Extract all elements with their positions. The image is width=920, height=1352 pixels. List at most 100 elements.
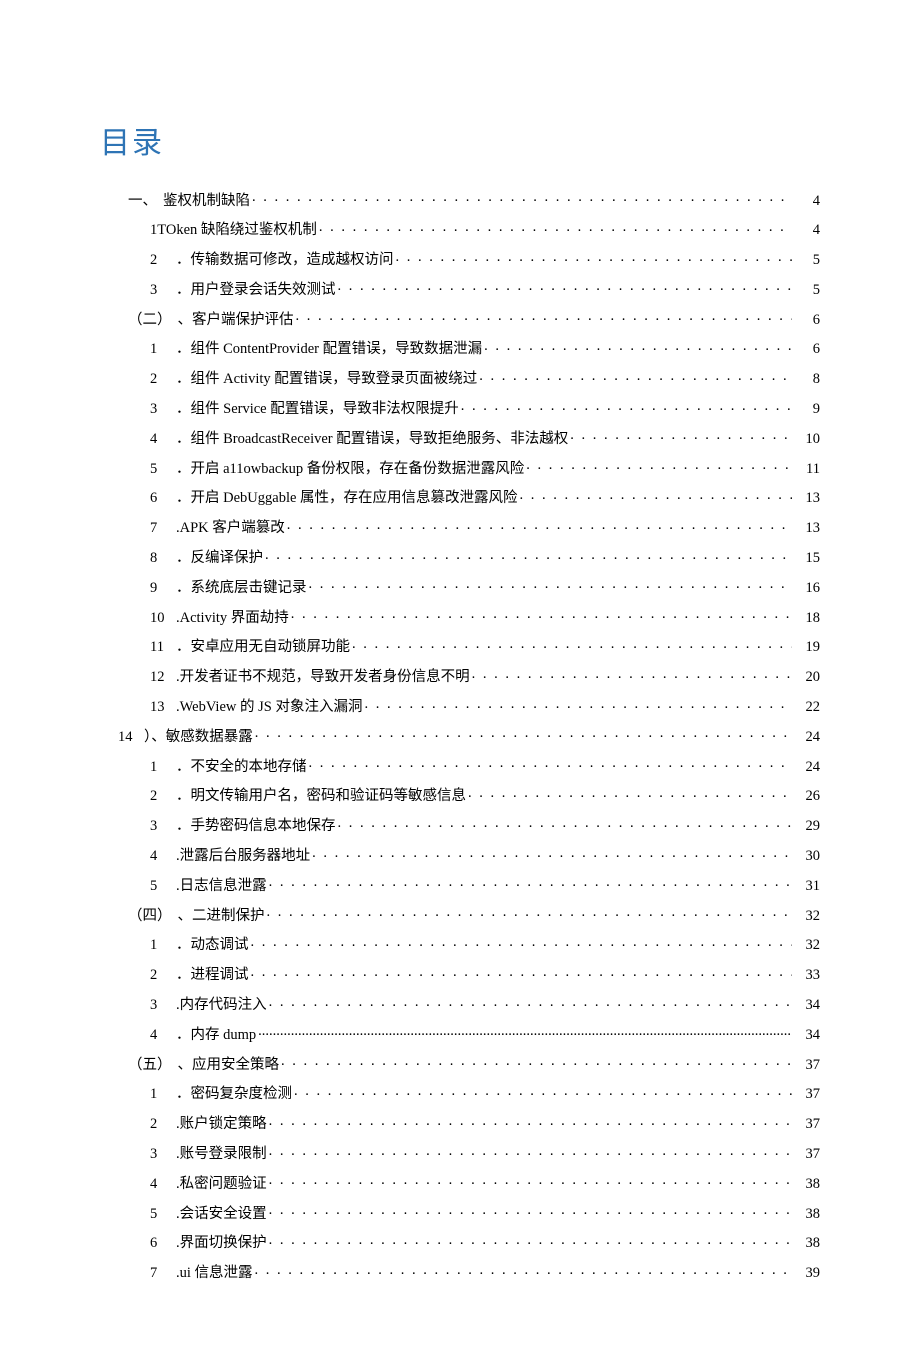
- toc-entry[interactable]: 3．组件 Service 配置错误，导致非法权限提升9: [100, 399, 820, 417]
- toc-entry[interactable]: 1．不安全的本地存储24: [100, 756, 820, 774]
- toc-entry-label: ．组件 Activity 配置错误，导致登录页面被绕过: [176, 372, 477, 387]
- toc-entry[interactable]: 2.账户锁定策略37: [100, 1114, 820, 1132]
- toc-entry[interactable]: 4．组件 BroadcastReceiver 配置错误，导致拒绝服务、非法越权1…: [100, 428, 820, 446]
- toc-entry[interactable]: 7.APK 客户端篡改13: [100, 518, 820, 536]
- toc-entry-number: 3: [150, 819, 176, 834]
- toc-entry-label: ．用户登录会话失效测试: [176, 283, 336, 298]
- toc-entry-label: 、客户端保护评估: [178, 313, 294, 328]
- toc-entry-page: 29: [794, 819, 820, 834]
- toc-entry-number: 9: [150, 581, 176, 596]
- toc-entry-label: 、应用安全策略: [178, 1058, 280, 1073]
- toc-entry[interactable]: 9．系统底层击键记录16: [100, 577, 820, 595]
- toc-entry-label: ．反编译保护: [176, 551, 263, 566]
- toc-entry-label: ．手势密码信息本地保存: [176, 819, 336, 834]
- toc-leader-dots: [526, 458, 792, 473]
- toc-leader-dots: [520, 488, 792, 503]
- toc-entry[interactable]: 5．开启 a11owbackup 备份权限，存在备份数据泄露风险11: [100, 458, 820, 476]
- toc-entry[interactable]: 3.账号登录限制37: [100, 1144, 820, 1162]
- toc-entry[interactable]: 14）、敏感数据暴露24: [100, 726, 820, 744]
- toc-entry-label: ．开启 a11owbackup 备份权限，存在备份数据泄露风险: [176, 462, 524, 477]
- toc-entry[interactable]: 6．开启 DebUggable 属性，存在应用信息篡改泄露风险13: [100, 488, 820, 506]
- toc-entry[interactable]: 1．组件 ContentProvider 配置错误，导致数据泄漏6: [100, 339, 820, 357]
- toc-entry[interactable]: 2．传输数据可修改，造成越权访问5: [100, 250, 820, 268]
- toc-entry[interactable]: 1．密码复杂度检测37: [100, 1084, 820, 1102]
- toc-entry[interactable]: （五）、应用安全策略37: [100, 1054, 820, 1072]
- toc-entry-label: .APK 客户端篡改: [176, 521, 285, 536]
- toc-leader-dots: [252, 190, 792, 205]
- toc-leader-dots: [309, 577, 793, 592]
- toc-entry-number: 2: [150, 968, 176, 983]
- toc-entry[interactable]: 4.泄露后台服务器地址30: [100, 846, 820, 864]
- toc-entry-number: 1: [150, 760, 176, 775]
- toc-entry[interactable]: 12.开发者证书不规范，导致开发者身份信息不明20: [100, 667, 820, 685]
- toc-entry[interactable]: 7.ui 信息泄露39: [100, 1263, 820, 1281]
- toc-entry[interactable]: 2．进程调试33: [100, 965, 820, 983]
- toc-entry[interactable]: 2．明文传输用户名，密码和验证码等敏感信息26: [100, 786, 820, 804]
- toc-leader-dots: [570, 428, 792, 443]
- toc-entry-label: .Activity 界面劫持: [176, 611, 289, 626]
- toc-entry-page: 6: [794, 342, 820, 357]
- toc-leader-dots: [258, 1024, 792, 1039]
- toc-entry-page: 19: [794, 640, 820, 655]
- toc-entry-label: .会话安全设置: [176, 1207, 267, 1222]
- toc-leader-dots: [309, 756, 793, 771]
- toc-leader-dots: [281, 1054, 792, 1069]
- toc-leader-dots: [269, 995, 792, 1010]
- toc-leader-dots: [472, 667, 792, 682]
- toc-leader-dots: [468, 786, 792, 801]
- toc-entry[interactable]: 1TOken 缺陷绕过鉴权机制4: [100, 220, 820, 238]
- toc-entry[interactable]: 13.WebView 的 JS 对象注入漏洞22: [100, 697, 820, 715]
- toc-entry-label: ）、敏感数据暴露: [144, 730, 253, 745]
- toc-entry[interactable]: 一、鉴权机制缺陷4: [100, 190, 820, 208]
- toc-leader-dots: [352, 637, 792, 652]
- toc-entry[interactable]: 4.私密问题验证38: [100, 1173, 820, 1191]
- toc-entry-page: 8: [794, 372, 820, 387]
- toc-leader-dots: [294, 1084, 792, 1099]
- toc-leader-dots: [287, 518, 792, 533]
- toc-entry-label: ．组件 BroadcastReceiver 配置错误，导致拒绝服务、非法越权: [176, 432, 568, 447]
- toc-entry-page: 39: [794, 1266, 820, 1281]
- toc-entry-label: ．密码复杂度检测: [176, 1087, 292, 1102]
- toc-entry-label: ．不安全的本地存储: [176, 760, 307, 775]
- toc-entry[interactable]: 2．组件 Activity 配置错误，导致登录页面被绕过8: [100, 369, 820, 387]
- toc-entry[interactable]: 3.内存代码注入34: [100, 995, 820, 1013]
- toc-entry-page: 30: [794, 849, 820, 864]
- toc-entry[interactable]: 10.Activity 界面劫持18: [100, 607, 820, 625]
- toc-entry-label: .WebView 的 JS 对象注入漏洞: [176, 700, 362, 715]
- toc-entry-page: 32: [794, 909, 820, 924]
- toc-entry[interactable]: 3．手势密码信息本地保存 29: [100, 816, 820, 834]
- toc-entry-page: 34: [794, 998, 820, 1013]
- toc-entry-number: 3: [150, 283, 176, 298]
- toc-entry-number: 3: [150, 402, 176, 417]
- toc-entry-page: 5: [794, 283, 820, 298]
- toc-entry-page: 13: [794, 521, 820, 536]
- toc-entry-page: 34: [794, 1028, 820, 1043]
- toc-entry-label: .开发者证书不规范，导致开发者身份信息不明: [176, 670, 470, 685]
- toc-leader-dots: [269, 1233, 792, 1248]
- toc-entry-number: 12: [150, 670, 176, 685]
- toc-entry[interactable]: 6.界面切换保护38: [100, 1233, 820, 1251]
- toc-leader-dots: [291, 607, 792, 622]
- toc-entry-label: .账户锁定策略: [176, 1117, 267, 1132]
- toc-entry-number: 4: [150, 1177, 176, 1192]
- toc-entry[interactable]: 4．内存 dump34: [100, 1024, 820, 1042]
- toc-entry[interactable]: 11．安卓应用无自动锁屏功能19: [100, 637, 820, 655]
- toc-entry[interactable]: 5.会话安全设置 38: [100, 1203, 820, 1221]
- toc-entry[interactable]: （四）、二进制保护32: [100, 905, 820, 923]
- toc-entry[interactable]: 5.日志信息泄露31: [100, 875, 820, 893]
- toc-leader-dots: [265, 548, 792, 563]
- toc-entry[interactable]: 8．反编译保护15: [100, 548, 820, 566]
- toc-entry-number: 5: [150, 1207, 176, 1222]
- toc-entry-number: 5: [150, 462, 176, 477]
- document-page: 目录 一、鉴权机制缺陷41TOken 缺陷绕过鉴权机制42．传输数据可修改，造成…: [0, 0, 920, 1352]
- toc-entry-page: 4: [794, 223, 820, 238]
- toc-entry-number: 2: [150, 789, 176, 804]
- toc-entry-label: ．组件 ContentProvider 配置错误，导致数据泄漏: [176, 342, 482, 357]
- toc-entry[interactable]: 3．用户登录会话失效测试 5: [100, 279, 820, 297]
- toc-entry[interactable]: （二）、客户端保护评估6: [100, 309, 820, 327]
- toc-entry[interactable]: 1．动态调试32: [100, 935, 820, 953]
- toc-entry-page: 31: [794, 879, 820, 894]
- toc-entry-page: 38: [794, 1207, 820, 1222]
- toc-entry-label: ．组件 Service 配置错误，导致非法权限提升: [176, 402, 459, 417]
- toc-entry-page: 22: [794, 700, 820, 715]
